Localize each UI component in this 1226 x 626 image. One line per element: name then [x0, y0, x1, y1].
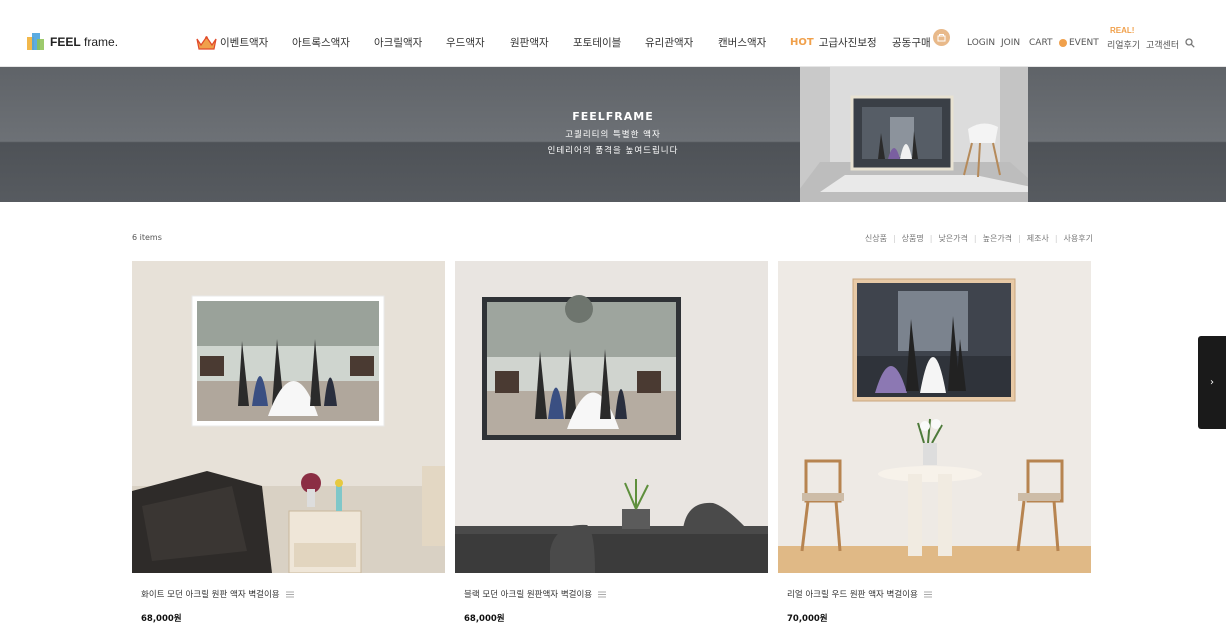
product-name-text: 화이트 모던 아크릴 원판 액자 벽걸이용 — [141, 590, 280, 600]
sort-options: 신상품 | 상품명 | 낮은가격 | 높은가격 | 제조사 | 사용후기 — [865, 233, 1093, 244]
banner-subtitle-2: 인테리어의 품격을 높여드립니다 — [547, 146, 679, 156]
sort-reviews[interactable]: 사용후기 — [1064, 233, 1093, 244]
nav-item-label: 아크릴액자 — [374, 37, 423, 49]
chevron-right-icon: › — [1210, 377, 1214, 388]
banner-studio-image — [800, 67, 1028, 202]
search-icon[interactable] — [1185, 38, 1195, 48]
nav-item-wood-frame[interactable]: 우드액자 — [446, 35, 510, 50]
product-image[interactable] — [455, 261, 768, 573]
sort-newest[interactable]: 신상품 — [865, 233, 887, 244]
group-buy-icon — [932, 29, 950, 46]
product-price: 70,000원 — [787, 614, 828, 624]
nav-item-label: 캔버스액자 — [718, 37, 767, 49]
product-name[interactable]: 블랙 모던 아크릴 원판액자 벽걸이용 — [464, 588, 607, 600]
product-image[interactable] — [778, 261, 1091, 573]
nav-item-photo-table[interactable]: 포토테이블 — [573, 35, 645, 50]
sort-price-low[interactable]: 낮은가격 — [938, 233, 967, 244]
join-link[interactable]: JOIN — [1001, 38, 1020, 48]
product-card[interactable]: 리얼 아크릴 우드 원판 액자 벽걸이용 70,000원 — [778, 261, 1091, 624]
sort-price-high[interactable]: 높은가격 — [983, 233, 1012, 244]
product-name-text: 블랙 모던 아크릴 원판액자 벽걸이용 — [464, 590, 593, 600]
main-nav: 이벤트액자 아트록스액자 아크릴액자 우드액자 원판액자 포토테이블 유리관액자… — [196, 29, 950, 50]
product-name[interactable]: 화이트 모던 아크릴 원판 액자 벽걸이용 — [141, 588, 294, 600]
hero-banner: FEELFRAME 고퀄리티의 특별한 액자 인테리어의 품격을 높여드립니다 — [0, 67, 1226, 202]
nav-item-group-buy[interactable]: 공동구매 — [892, 29, 950, 50]
nav-item-photo-retouch[interactable]: HOT 고급사진보정 — [790, 35, 892, 50]
product-name[interactable]: 리얼 아크릴 우드 원판 액자 벽걸이용 — [787, 588, 932, 600]
event-link[interactable]: EVENT — [1059, 38, 1099, 48]
nav-item-label: 공동구매 — [892, 37, 931, 49]
sort-maker[interactable]: 제조사 — [1027, 233, 1049, 244]
list-icon[interactable] — [923, 591, 932, 598]
nav-item-label: 아트록스액자 — [292, 37, 350, 49]
item-count: 6 items — [132, 233, 162, 242]
nav-item-label: 포토테이블 — [573, 37, 622, 49]
event-label: EVENT — [1069, 38, 1099, 48]
nav-item-glass-frame[interactable]: 유리관액자 — [645, 35, 718, 50]
review-link[interactable]: 리얼후기 — [1107, 38, 1140, 51]
login-link[interactable]: LOGIN — [967, 38, 995, 48]
sort-divider: | — [973, 234, 977, 243]
nav-item-canvas-frame[interactable]: 캔버스액자 — [718, 35, 790, 50]
nav-item-group-photo-frame[interactable]: 원판액자 — [510, 35, 573, 50]
sort-name[interactable]: 상품명 — [902, 233, 924, 244]
event-dot-icon — [1059, 39, 1067, 47]
product-name-text: 리얼 아크릴 우드 원판 액자 벽걸이용 — [787, 590, 918, 600]
product-image[interactable] — [132, 261, 445, 574]
nav-item-label: 고급사진보정 — [818, 37, 877, 49]
product-price: 68,000원 — [141, 614, 182, 624]
product-card[interactable]: 블랙 모던 아크릴 원판액자 벽걸이용 68,000원 — [455, 261, 768, 624]
cart-link[interactable]: CART — [1029, 38, 1053, 48]
list-icon[interactable] — [285, 591, 294, 598]
site-header: FEEL frame. 이벤트액자 아트록스액자 아크릴액자 우드액자 원판액자… — [0, 0, 1226, 67]
sort-divider: | — [1054, 234, 1058, 243]
nav-item-artrox-frame[interactable]: 아트록스액자 — [292, 35, 374, 50]
nav-item-label: 원판액자 — [510, 37, 549, 49]
logo-mark-icon — [27, 33, 44, 50]
hot-badge: HOT — [790, 37, 814, 48]
sort-divider: | — [892, 234, 896, 243]
nav-item-label: 우드액자 — [446, 37, 485, 49]
support-link[interactable]: 고객센터 — [1146, 38, 1179, 51]
nav-item-event-frame[interactable]: 이벤트액자 — [196, 35, 292, 50]
nav-item-label: 이벤트액자 — [220, 37, 269, 49]
product-price: 68,000원 — [464, 614, 505, 624]
list-icon[interactable] — [598, 591, 607, 598]
nav-item-acrylic-frame[interactable]: 아크릴액자 — [374, 35, 446, 50]
brand-name: FEEL frame. — [50, 34, 119, 49]
nav-item-label: 유리관액자 — [645, 37, 694, 49]
next-button[interactable]: › — [1198, 336, 1226, 429]
banner-title: FEELFRAME — [572, 110, 654, 123]
banner-subtitle-1: 고퀄리티의 특별한 액자 — [565, 130, 661, 140]
crown-icon — [196, 35, 217, 50]
brand-logo[interactable]: FEEL frame. — [27, 33, 118, 50]
real-badge: REAL! — [1110, 26, 1135, 35]
sort-divider: | — [1018, 234, 1021, 243]
sort-divider: | — [929, 234, 933, 243]
product-card[interactable]: 화이트 모던 아크릴 원판 액자 벽걸이용 68,000원 — [132, 261, 445, 624]
